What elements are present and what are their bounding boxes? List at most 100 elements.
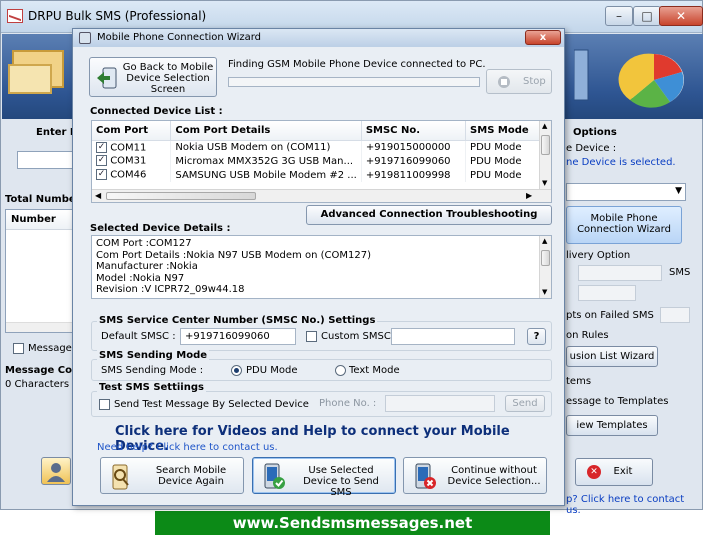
help-link[interactable]: p? Click here to contact us. — [566, 494, 702, 516]
details-vertical-scrollbar[interactable]: ▲ ▼ — [539, 236, 551, 298]
device-mode: PDU Mode — [465, 140, 540, 154]
templates-label: essage to Templates — [566, 396, 669, 407]
continue-without-device-button[interactable]: Continue without Device Selection... — [403, 457, 547, 494]
wizard-close-button[interactable]: x — [525, 30, 561, 45]
custom-smsc-label: Custom SMSC : — [321, 331, 398, 342]
chart-graphic-icon — [574, 49, 684, 108]
phone-no-field[interactable] — [385, 395, 495, 412]
device-dropdown[interactable]: ▼ — [566, 183, 686, 201]
maximize-icon[interactable]: □ — [633, 6, 661, 26]
mobile-phone-wizard-button[interactable]: Mobile Phone Connection Wizard — [566, 206, 682, 244]
envelope-icon — [8, 64, 52, 94]
scroll-down-icon: ▼ — [542, 179, 548, 187]
mobile-phone-connection-wizard: Mobile Phone Connection Wizard x Go Back… — [72, 28, 565, 506]
phone-no-label: Phone No. : — [319, 398, 377, 409]
search-status-text: Finding GSM Mobile Phone Device connecte… — [228, 59, 486, 70]
detail-line: COM Port :COM127 — [96, 238, 192, 249]
phone-check-icon — [264, 463, 285, 489]
column-header-com-port[interactable]: Com Port — [92, 121, 172, 141]
close-icon[interactable]: ✕ — [659, 6, 703, 26]
text-mode-radio[interactable] — [335, 365, 346, 376]
column-header-com-port-details[interactable]: Com Port Details — [170, 121, 362, 141]
column-header-smsc[interactable]: SMSC No. — [361, 121, 467, 141]
delivery-dropdown-2[interactable] — [578, 285, 636, 301]
delivery-option-label: livery Option — [566, 250, 631, 261]
scroll-up-icon: ▲ — [542, 122, 548, 130]
pdu-mode-radio[interactable] — [231, 365, 242, 376]
device-checkbox[interactable]: ✓ — [96, 169, 107, 181]
exit-button-label: Exit — [613, 466, 633, 477]
search-again-label: Search Mobile Device Again — [155, 465, 227, 487]
detail-line: Com Port Details :Nokia N97 USB Modem on… — [96, 249, 371, 261]
test-message-label: Send Test Message By Selected Device — [114, 399, 309, 410]
phone-icon — [79, 32, 91, 44]
pdu-mode-label: PDU Mode — [246, 365, 298, 376]
device-label: e Device : — [566, 143, 617, 154]
search-phone-icon — [112, 464, 129, 490]
delivery-dropdown[interactable] — [578, 265, 662, 281]
scrollbar-thumb[interactable] — [106, 192, 256, 200]
total-number-label: Total Number — [5, 194, 81, 205]
smsc-help-button[interactable]: ? — [527, 328, 546, 345]
go-back-label: Go Back to Mobile Device Selection Scree… — [122, 62, 214, 95]
device-list-vertical-scrollbar[interactable]: ▲ ▼ — [539, 121, 551, 189]
device-list: Com Port Com Port Details SMSC No. SMS M… — [91, 120, 552, 203]
device-smsc: +919811009998 — [361, 168, 467, 182]
custom-smsc-field[interactable] — [391, 328, 515, 345]
wizard-title: Mobile Phone Connection Wizard — [97, 32, 262, 43]
message-composer-label: Message Com — [5, 365, 83, 376]
rules-label: on Rules — [566, 330, 609, 341]
contacts-button[interactable] — [41, 457, 71, 485]
failed-sms-dropdown[interactable] — [660, 307, 690, 323]
exit-button[interactable]: ✕ Exit — [575, 458, 653, 486]
send-test-button[interactable]: Send — [505, 395, 545, 412]
search-again-button[interactable]: Search Mobile Device Again — [100, 457, 244, 494]
enter-input[interactable] — [17, 151, 77, 169]
scroll-left-icon: ◀ — [95, 191, 102, 200]
sending-mode-label: SMS Sending Mode : — [101, 365, 204, 376]
scroll-right-icon: ▶ — [526, 191, 533, 200]
failed-sms-label: pts on Failed SMS — [566, 310, 654, 321]
custom-smsc-checkbox[interactable] — [306, 331, 317, 342]
device-row[interactable]: ✓ COM31 Micromax MMX352G 3G USB Man... +… — [92, 154, 540, 168]
device-details: Nokia USB Modem on (COM11) — [170, 140, 362, 154]
go-back-button[interactable]: Go Back to Mobile Device Selection Scree… — [89, 57, 217, 97]
device-mode: PDU Mode — [465, 168, 540, 182]
device-details: SAMSUNG USB Mobile Modem #2 ... — [170, 168, 362, 182]
number-list[interactable]: Number — [5, 209, 77, 333]
options-label: Options — [573, 127, 617, 138]
phone-cancel-icon — [415, 463, 436, 489]
use-selected-device-button[interactable]: Use Selected Device to Send SMS — [252, 457, 396, 498]
message-checkbox[interactable] — [13, 343, 24, 354]
detail-line: Manufacturer :Nokia — [96, 261, 198, 272]
continue-without-label: Continue without Device Selection... — [447, 465, 541, 487]
default-smsc-field[interactable]: +919716099060 — [180, 328, 296, 345]
back-arrow-icon — [97, 67, 117, 89]
search-progress-bar — [228, 77, 480, 87]
view-templates-button[interactable]: iew Templates — [566, 415, 658, 436]
characters-count: 0 Characters — [5, 379, 70, 390]
device-checkbox[interactable]: ✓ — [96, 141, 107, 153]
minimize-icon[interactable]: – — [605, 6, 633, 26]
advanced-troubleshooting-button[interactable]: Advanced Connection Troubleshooting — [306, 205, 552, 225]
device-list-horizontal-scrollbar[interactable]: ◀ ▶ — [92, 189, 551, 202]
use-selected-label: Use Selected Device to Send SMS — [303, 465, 379, 498]
test-sms-title: Test SMS Settiings — [97, 382, 206, 393]
stop-label: Stop — [523, 76, 546, 87]
selected-device-details: COM Port :COM127 Com Port Details :Nokia… — [91, 235, 552, 299]
stop-button[interactable]: Stop — [486, 69, 552, 94]
column-header-sms-mode[interactable]: SMS Mode — [465, 121, 540, 141]
horizontal-scrollbar[interactable] — [6, 322, 76, 332]
exclusion-list-wizard-button[interactable]: usion List Wizard — [566, 346, 658, 367]
person-icon — [47, 463, 65, 482]
device-checkbox[interactable]: ✓ — [96, 155, 107, 167]
selected-details-label: Selected Device Details : — [90, 223, 231, 234]
scroll-down-icon: ▼ — [542, 288, 548, 296]
device-row[interactable]: ✓ COM11 Nokia USB Modem on (COM11) +9190… — [92, 140, 540, 154]
scrollbar-thumb[interactable] — [541, 135, 550, 155]
need-help-link[interactable]: Need help? Click here to contact us. — [97, 442, 278, 453]
scrollbar-thumb[interactable] — [541, 250, 550, 266]
test-message-checkbox[interactable] — [99, 399, 110, 410]
device-row[interactable]: ✓ COM46 SAMSUNG USB Mobile Modem #2 ... … — [92, 168, 540, 182]
device-port: COM11 — [110, 142, 147, 153]
